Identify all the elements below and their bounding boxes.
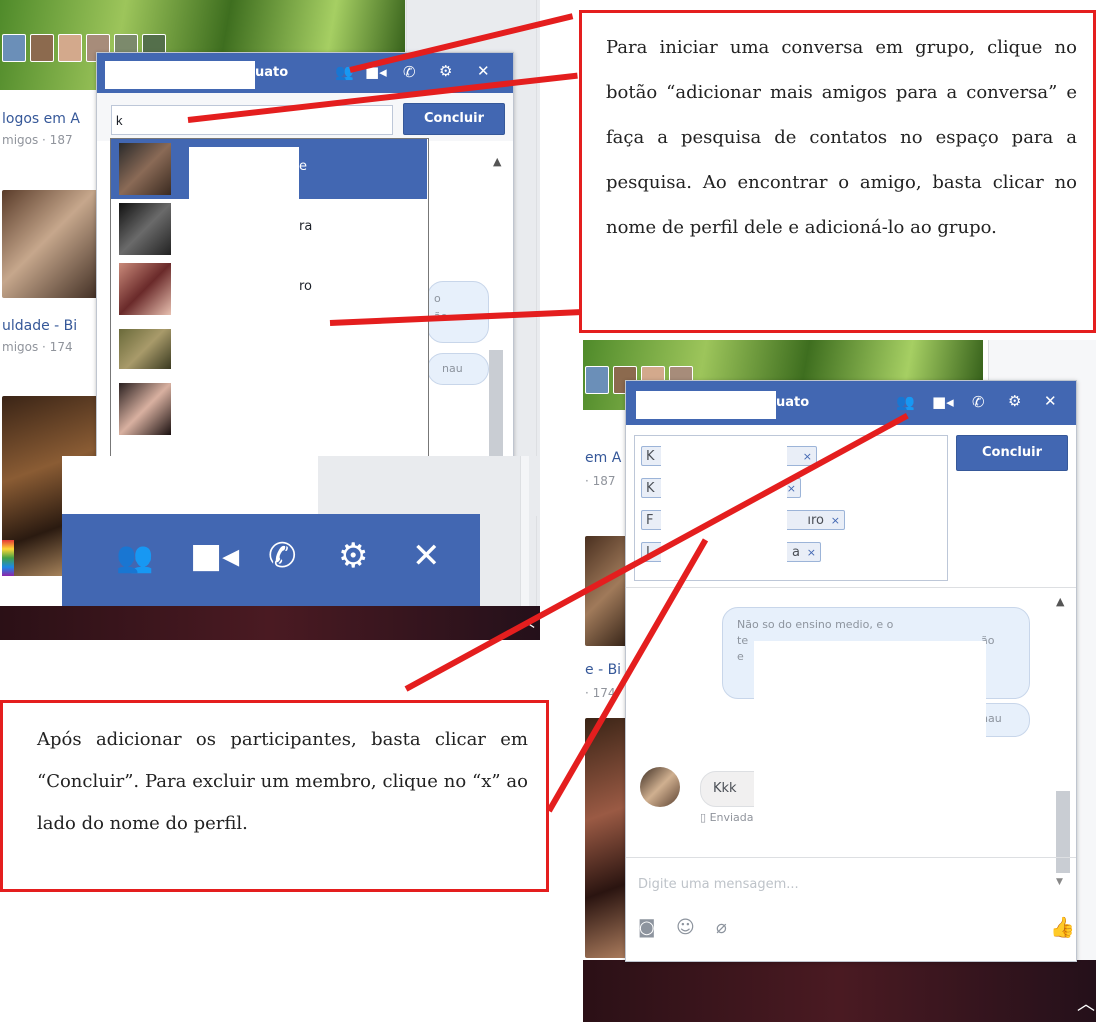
phone-icon[interactable]: ✆ [403,63,416,81]
group-members: · 187 [585,474,616,488]
divider [626,857,1076,858]
scrollbar[interactable] [1056,791,1070,873]
emoji-icon[interactable]: ☺ [676,917,695,938]
avatar [119,263,171,315]
avatar [119,143,171,195]
chat-window: uato 👥 ■◂ ✆ ⚙ ✕ K × K × F ıro × J [625,380,1077,962]
group-thumb [2,34,26,62]
group-thumb [58,34,82,62]
bottom-strip [0,606,540,640]
group-photo[interactable] [2,190,102,298]
sidebar-edge [520,456,529,606]
group-name[interactable]: uldade - Bi [2,318,77,334]
close-icon[interactable]: ✕ [412,536,441,576]
result-item[interactable]: ro [111,259,427,319]
contact-avatar[interactable] [640,767,680,807]
add-friends-icon[interactable]: 👥 [896,393,915,411]
phone-icon[interactable]: ✆ [972,393,985,411]
phone-icon[interactable]: ✆ [268,536,297,576]
callout-bottom-text: Após adicionar os participantes, basta c… [37,729,528,834]
add-friends-icon[interactable]: 👥 [116,540,153,575]
redacted-name [636,391,776,419]
scroll-up-arrow[interactable]: ▲ [493,155,501,168]
avatar [119,329,171,369]
redacted-names [661,438,787,576]
camera-icon[interactable]: ◙ [638,917,655,938]
phone-small-icon: ▯ [700,811,710,824]
zoomed-chat-toolbar: 👥 ■◂ ✆ ⚙ ✕ [62,514,480,606]
redacted-name [105,61,255,89]
result-item[interactable]: e [111,139,427,199]
group-name[interactable]: logos em A [2,111,80,127]
redacted-name [189,147,299,199]
scroll-up-arrow[interactable]: ▲ [1056,595,1064,608]
participants-field[interactable]: K × K × F ıro × J a × [634,435,948,581]
group-name[interactable]: e - Bi [585,662,621,678]
avatar [119,203,171,255]
paperclip-icon[interactable]: ⌀ [716,917,727,938]
callout-bottom: Após adicionar os participantes, basta c… [0,700,549,892]
chat-title: uato [776,395,810,410]
redaction-box [754,641,986,841]
chevron-up-icon[interactable]: ︿ [1077,990,1095,1016]
group-members: migos · 187 [2,133,73,147]
divider [626,587,1076,588]
right-screenshot: em A · 187 e - Bi · 174 ︿ uato 👥 ■◂ ✆ ⚙ … [583,340,1096,1022]
callout-top: Para iniciar uma conversa em grupo, cliq… [579,10,1096,333]
result-item[interactable]: ra [111,199,427,259]
concluir-button[interactable]: Concluir [403,103,505,135]
redacted-name [189,203,299,255]
avatar [119,383,171,435]
sidebar-gap [318,456,538,516]
bottom-strip [583,960,1096,1022]
chat-title: uato [255,65,289,80]
concluir-button[interactable]: Concluir [956,435,1068,471]
close-icon[interactable]: ✕ [1044,392,1057,410]
redacted-name [189,263,299,315]
group-name[interactable]: em A [585,450,621,466]
video-camera-icon[interactable]: ■◂ [932,393,954,411]
close-icon[interactable]: ✕ [477,62,490,80]
result-item[interactable] [111,319,427,379]
group-members: migos · 174 [2,340,73,354]
gear-icon[interactable]: ⚙ [1008,392,1021,410]
chat-header[interactable]: uato 👥 ■◂ ✆ ⚙ ✕ [626,381,1076,425]
scrollbar[interactable] [489,350,503,460]
result-item[interactable] [111,379,427,439]
video-camera-icon[interactable]: ■◂ [190,536,239,576]
group-thumb [585,366,609,394]
message-input[interactable]: Digite uma mensagem... [638,877,799,892]
message-bubble: o ão [427,281,489,343]
rainbow-flag [2,540,14,576]
callout-top-text: Para iniciar uma conversa em grupo, cliq… [606,37,1077,238]
message-bubble: nau [427,353,489,385]
group-thumb [30,34,54,62]
redaction-box [62,456,318,516]
gear-icon[interactable]: ⚙ [439,62,452,80]
scroll-down-arrow[interactable]: ▼ [1056,877,1063,887]
gear-icon[interactable]: ⚙ [338,536,368,576]
remove-participant-icon[interactable]: × [831,511,840,531]
remove-participant-icon[interactable]: × [807,543,816,563]
thumbs-up-icon[interactable]: 👍 [1050,915,1075,939]
search-results-dropdown: e ra ro [110,138,429,458]
